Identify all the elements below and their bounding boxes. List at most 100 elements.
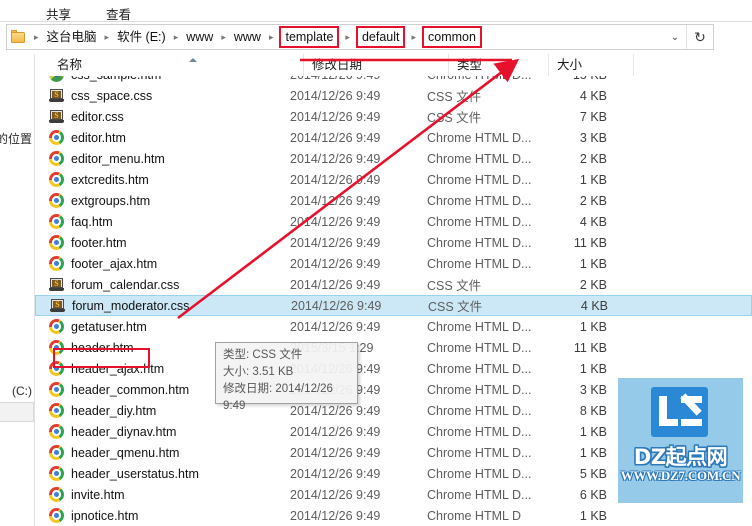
file-name-cell[interactable]: footer_ajax.htm: [35, 256, 290, 271]
chrome-file-icon: [49, 130, 64, 145]
nav-item-label-partial-2[interactable]: (C:): [12, 384, 32, 398]
breadcrumb-item-5[interactable]: default: [356, 26, 406, 48]
file-size-cell: 5 KB: [537, 467, 607, 481]
chevron-down-icon[interactable]: ⌄: [664, 32, 686, 43]
file-name-cell[interactable]: css_sample.htm: [35, 76, 290, 82]
breadcrumb-item-2[interactable]: www: [183, 28, 216, 46]
nav-item-label-partial-1[interactable]: 的位置: [0, 130, 32, 147]
table-row[interactable]: header.htm2015/3/15 1:29Chrome HTML D...…: [35, 337, 752, 358]
file-date-cell: 2014/12/26 9:49: [290, 76, 427, 82]
table-row[interactable]: Seditor.css2014/12/26 9:49CSS 文件7 KB: [35, 106, 752, 127]
breadcrumb-separator: ▸: [29, 32, 44, 43]
file-name-label: ipnotice.htm: [71, 509, 138, 523]
file-name-cell[interactable]: getatuser.htm: [35, 319, 290, 334]
file-name-label: editor.htm: [71, 131, 126, 145]
file-name-cell[interactable]: header_qmenu.htm: [35, 445, 290, 460]
file-size-cell: 1 KB: [537, 425, 607, 439]
table-row[interactable]: footer.htm2014/12/26 9:49Chrome HTML D..…: [35, 232, 752, 253]
file-type-cell: Chrome HTML D...: [427, 383, 537, 397]
file-name-label: faq.htm: [71, 215, 113, 229]
watermark: DZ起点网 WWW.DZ7.COM.CN: [618, 378, 743, 503]
file-date-cell: 2014/12/26 9:49: [290, 446, 427, 460]
table-row[interactable]: extgroups.htm2014/12/26 9:49Chrome HTML …: [35, 190, 752, 211]
column-header-size[interactable]: 大小: [548, 54, 633, 76]
breadcrumb-item-6[interactable]: common: [422, 26, 482, 48]
file-size-cell: 2 KB: [537, 152, 607, 166]
file-name-cell[interactable]: editor_menu.htm: [35, 151, 290, 166]
file-size-cell: 1 KB: [537, 446, 607, 460]
column-header-name[interactable]: 名称: [49, 54, 319, 76]
watermark-title: DZ起点网: [618, 441, 743, 471]
breadcrumb-item-3[interactable]: www: [231, 28, 264, 46]
tab-view[interactable]: 查看: [100, 2, 137, 25]
file-type-cell: Chrome HTML D...: [427, 215, 537, 229]
column-header-date[interactable]: 修改日期: [303, 54, 431, 76]
file-size-cell: 15 KB: [537, 76, 607, 82]
table-row[interactable]: extcredits.htm2014/12/26 9:49Chrome HTML…: [35, 169, 752, 190]
table-row[interactable]: css_sample.htm2014/12/26 9:49Chrome HTML…: [35, 76, 752, 85]
tooltip-type-line: 类型: CSS 文件: [223, 347, 350, 364]
table-row[interactable]: Scss_space.css2014/12/26 9:49CSS 文件4 KB: [35, 85, 752, 106]
file-name-cell[interactable]: editor.htm: [35, 130, 290, 145]
file-name-cell[interactable]: extcredits.htm: [35, 172, 290, 187]
nav-item-selected[interactable]: [0, 402, 34, 422]
file-date-cell: 2014/12/26 9:49: [290, 173, 427, 187]
file-name-label: footer_ajax.htm: [71, 257, 157, 271]
file-date-cell: 2014/12/26 9:49: [290, 467, 427, 481]
file-type-cell: CSS 文件: [427, 275, 537, 294]
file-size-cell: 3 KB: [537, 131, 607, 145]
breadcrumb-item-1[interactable]: 软件 (E:): [114, 28, 169, 46]
file-type-cell: Chrome HTML D...: [427, 446, 537, 460]
breadcrumb-item-0[interactable]: 这台电脑: [44, 28, 100, 46]
file-type-cell: Chrome HTML D...: [427, 76, 537, 82]
refresh-icon[interactable]: ↻: [686, 25, 713, 49]
file-size-cell: 1 KB: [537, 173, 607, 187]
file-size-cell: 7 KB: [537, 110, 607, 124]
chrome-file-icon: [49, 193, 64, 208]
file-name-cell[interactable]: invite.htm: [35, 487, 290, 502]
file-type-cell: Chrome HTML D...: [427, 320, 537, 334]
file-type-cell: Chrome HTML D...: [427, 236, 537, 250]
file-date-cell: 2014/12/26 9:49: [290, 509, 427, 523]
file-date-cell: 2014/12/26 9:49: [290, 152, 427, 166]
file-name-cell[interactable]: Seditor.css: [35, 109, 290, 124]
address-bar[interactable]: ▸这台电脑▸软件 (E:)▸www▸www▸template▸default▸c…: [6, 24, 714, 50]
chrome-file-icon: [49, 403, 64, 418]
file-name-cell[interactable]: Sforum_calendar.css: [35, 277, 290, 292]
chrome-file-icon: [49, 382, 64, 397]
file-name-label: extgroups.htm: [71, 194, 150, 208]
file-name-cell[interactable]: ipnotice.htm: [35, 508, 290, 523]
table-row[interactable]: Sforum_moderator.css2014/12/26 9:49CSS 文…: [35, 295, 752, 316]
file-name-cell[interactable]: header_userstatus.htm: [35, 466, 290, 481]
file-name-cell[interactable]: Scss_space.css: [35, 88, 290, 103]
file-name-label: editor_menu.htm: [71, 152, 165, 166]
file-name-label: header_common.htm: [71, 383, 189, 397]
file-size-cell: 8 KB: [537, 404, 607, 418]
file-name-cell[interactable]: footer.htm: [35, 235, 290, 250]
file-date-cell: 2014/12/26 9:49: [290, 89, 427, 103]
file-name-cell[interactable]: header_diynav.htm: [35, 424, 290, 439]
file-name-cell[interactable]: faq.htm: [35, 214, 290, 229]
table-row[interactable]: ipnotice.htm2014/12/26 9:49Chrome HTML D…: [35, 505, 752, 526]
folder-icon: [7, 32, 29, 43]
table-row[interactable]: faq.htm2014/12/26 9:49Chrome HTML D...4 …: [35, 211, 752, 232]
file-type-cell: Chrome HTML D...: [427, 362, 537, 376]
file-name-label: header.htm: [71, 341, 134, 355]
breadcrumb-separator: ▸: [169, 32, 184, 43]
file-name-label: footer.htm: [71, 236, 127, 250]
table-row[interactable]: editor.htm2014/12/26 9:49Chrome HTML D..…: [35, 127, 752, 148]
table-row[interactable]: header_ajax.htm2014/12/26 9:49Chrome HTM…: [35, 358, 752, 379]
file-size-cell: 4 KB: [537, 215, 607, 229]
breadcrumb-item-4[interactable]: template: [279, 26, 339, 48]
file-name-cell[interactable]: extgroups.htm: [35, 193, 290, 208]
table-row[interactable]: getatuser.htm2014/12/26 9:49Chrome HTML …: [35, 316, 752, 337]
table-row[interactable]: footer_ajax.htm2014/12/26 9:49Chrome HTM…: [35, 253, 752, 274]
tab-share[interactable]: 共享: [40, 2, 77, 25]
file-date-cell: 2014/12/26 9:49: [290, 257, 427, 271]
file-name-cell[interactable]: Sforum_moderator.css: [36, 298, 291, 313]
file-size-cell: 1 KB: [537, 362, 607, 376]
table-row[interactable]: editor_menu.htm2014/12/26 9:49Chrome HTM…: [35, 148, 752, 169]
file-type-cell: Chrome HTML D...: [427, 131, 537, 145]
table-row[interactable]: Sforum_calendar.css2014/12/26 9:49CSS 文件…: [35, 274, 752, 295]
ribbon-tab-strip: 共享 查看: [0, 0, 752, 22]
